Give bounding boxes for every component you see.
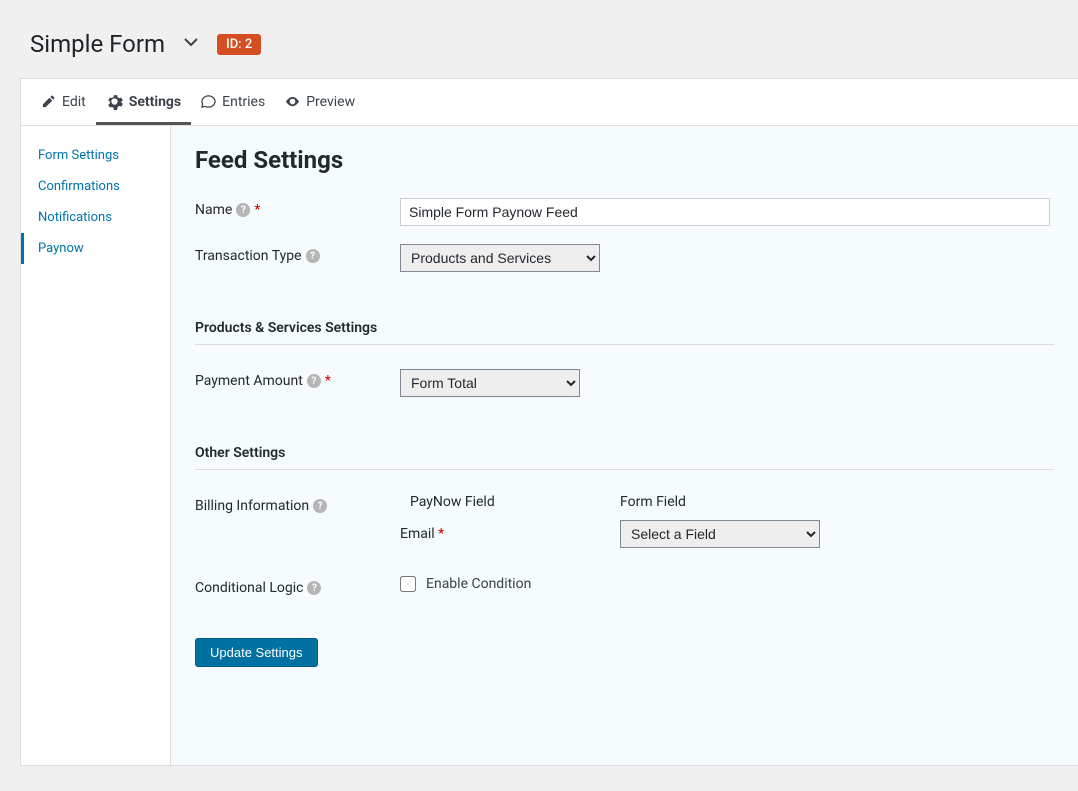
billing-email-label: Email *	[400, 526, 620, 542]
sidebar-item-paynow[interactable]: Paynow	[21, 233, 170, 264]
settings-icon	[106, 93, 123, 110]
edit-icon	[41, 94, 56, 109]
tab-entries[interactable]: Entries	[191, 79, 275, 125]
page-header: Simple Form ID: 2	[20, 20, 1078, 78]
enable-condition-label: Enable Condition	[426, 576, 531, 592]
help-icon[interactable]: ?	[313, 499, 327, 513]
update-settings-button[interactable]: Update Settings	[195, 638, 318, 667]
page-title: Feed Settings	[195, 146, 1054, 174]
help-icon[interactable]: ?	[236, 203, 250, 217]
form-switcher-chevron-icon[interactable]	[183, 34, 199, 54]
transaction-type-label: Transaction Type ?	[195, 244, 400, 264]
required-marker: *	[438, 526, 444, 542]
help-icon[interactable]: ?	[307, 374, 321, 388]
form-title: Simple Form	[30, 30, 165, 58]
tab-settings-label: Settings	[129, 94, 181, 110]
billing-info-label: Billing Information ?	[195, 494, 400, 514]
required-marker: *	[325, 373, 331, 389]
name-input[interactable]	[400, 198, 1050, 226]
tab-settings[interactable]: Settings	[96, 79, 191, 125]
content-panel: Feed Settings Name ? * Transaction Type …	[171, 126, 1078, 765]
sidebar-item-confirmations[interactable]: Confirmations	[21, 171, 170, 202]
transaction-type-select[interactable]: Products and Services	[400, 244, 600, 272]
tab-edit[interactable]: Edit	[31, 79, 96, 125]
settings-sidebar: Form Settings Confirmations Notification…	[21, 126, 171, 765]
tab-edit-label: Edit	[62, 94, 86, 110]
tab-preview[interactable]: Preview	[275, 79, 365, 125]
help-icon[interactable]: ?	[306, 249, 320, 263]
tab-preview-label: Preview	[306, 94, 355, 110]
required-marker: *	[254, 202, 260, 218]
paynow-field-header: PayNow Field	[400, 494, 620, 510]
enable-condition-row[interactable]: Enable Condition	[400, 576, 1054, 592]
payment-amount-label: Payment Amount ? *	[195, 369, 400, 389]
enable-condition-checkbox[interactable]	[400, 576, 416, 592]
payment-amount-select[interactable]: Form Total	[400, 369, 580, 397]
name-label: Name ? *	[195, 198, 400, 218]
conditional-logic-label: Conditional Logic ?	[195, 576, 400, 596]
tab-entries-label: Entries	[222, 94, 265, 110]
form-id-badge: ID: 2	[217, 34, 261, 55]
sidebar-item-form-settings[interactable]: Form Settings	[21, 140, 170, 171]
entries-icon	[201, 94, 216, 109]
sidebar-item-notifications[interactable]: Notifications	[21, 202, 170, 233]
preview-icon	[285, 94, 300, 109]
form-field-header: Form Field	[620, 494, 686, 510]
billing-email-select[interactable]: Select a Field	[620, 520, 820, 548]
products-section-heading: Products & Services Settings	[195, 320, 1054, 345]
other-section-heading: Other Settings	[195, 445, 1054, 470]
help-icon[interactable]: ?	[307, 581, 321, 595]
toolbar: Edit Settings Entries Preview	[20, 78, 1078, 126]
